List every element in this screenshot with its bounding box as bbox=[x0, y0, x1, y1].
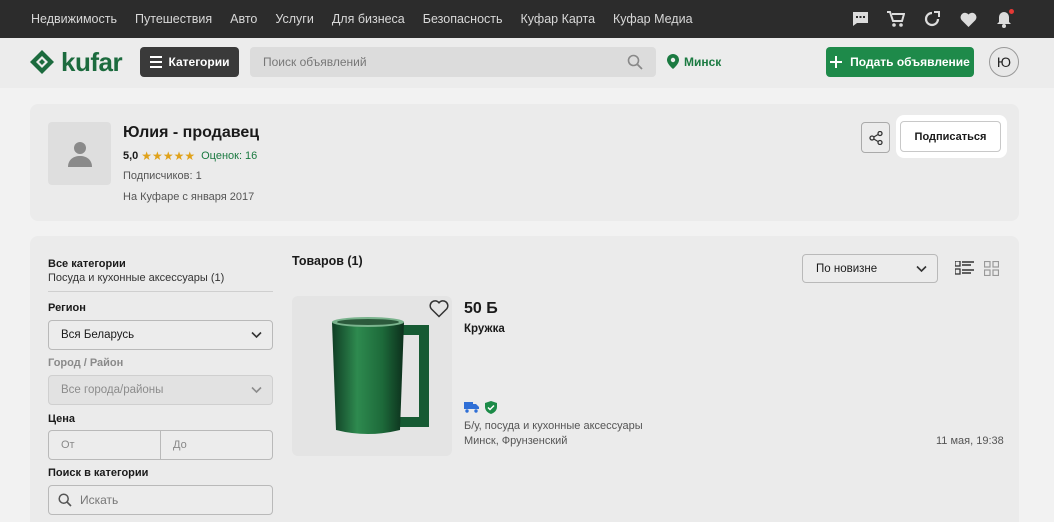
user-placeholder-icon bbox=[67, 141, 92, 167]
verified-shield-icon bbox=[485, 401, 497, 414]
category-search-placeholder: Искать bbox=[80, 493, 119, 507]
location-pin-icon bbox=[667, 54, 679, 69]
grid-view-icon[interactable] bbox=[984, 261, 999, 276]
rating-score: 5,0 bbox=[123, 150, 139, 162]
member-since: На Куфаре с января 2017 bbox=[123, 191, 255, 203]
product-date: 11 мая, 19:38 bbox=[936, 435, 1004, 447]
chevron-down-icon bbox=[251, 386, 262, 394]
product-badges bbox=[464, 401, 497, 414]
menu-icon bbox=[149, 56, 162, 68]
categories-label: Категории bbox=[168, 55, 230, 69]
notification-dot bbox=[1009, 9, 1014, 14]
post-ad-label: Подать объявление bbox=[850, 55, 970, 69]
post-ad-button[interactable]: Подать объявление bbox=[826, 47, 974, 77]
price-range: От До bbox=[48, 430, 273, 460]
header: kufar Категории Минск Подать объявление … bbox=[0, 38, 1054, 88]
favorite-heart-icon[interactable] bbox=[429, 300, 449, 318]
kufar-logo[interactable]: kufar bbox=[29, 46, 123, 77]
nav-link-safety[interactable]: Безопасность bbox=[423, 12, 503, 26]
chat-icon[interactable] bbox=[850, 9, 870, 29]
region-select[interactable]: Вся Беларусь bbox=[48, 320, 273, 350]
heart-icon[interactable] bbox=[958, 9, 978, 29]
share-button[interactable] bbox=[861, 122, 890, 153]
price-label: Цена bbox=[48, 413, 76, 425]
search-icon[interactable] bbox=[627, 54, 643, 70]
user-avatar[interactable]: Ю bbox=[989, 47, 1019, 77]
goods-count-title: Товаров (1) bbox=[292, 254, 363, 268]
share-icon bbox=[868, 130, 883, 145]
search-input[interactable] bbox=[250, 47, 656, 77]
nav-link-realty[interactable]: Недвижимость bbox=[31, 12, 117, 26]
subscribe-button[interactable]: Подписаться bbox=[900, 121, 1001, 152]
logo-icon bbox=[30, 50, 54, 74]
price-to-input[interactable]: До bbox=[160, 431, 272, 459]
search-icon bbox=[58, 493, 72, 507]
subscribers-count: Подписчиков: 1 bbox=[123, 170, 202, 182]
mug-image bbox=[332, 317, 429, 434]
topnav-icons bbox=[850, 0, 1014, 38]
rating-stars: ★★★★★ bbox=[141, 149, 196, 163]
seller-rating: 5,0 ★★★★★ Оценок: 16 bbox=[123, 149, 257, 163]
nav-link-map[interactable]: Куфар Карта bbox=[521, 12, 596, 26]
category-selected[interactable]: Посуда и кухонные аксессуары (1) bbox=[48, 272, 224, 284]
nav-link-business[interactable]: Для бизнеса bbox=[332, 12, 405, 26]
city-selector[interactable]: Минск bbox=[667, 54, 721, 69]
nav-link-auto[interactable]: Авто bbox=[230, 12, 257, 26]
filter-divider bbox=[48, 291, 273, 292]
product-title[interactable]: Кружка bbox=[464, 323, 505, 335]
cart-icon[interactable] bbox=[886, 9, 906, 29]
compare-icon[interactable] bbox=[922, 9, 942, 29]
delivery-truck-icon bbox=[464, 402, 479, 413]
listing-section: Все категории Посуда и кухонные аксессуа… bbox=[30, 236, 1019, 522]
category-search-input[interactable]: Искать bbox=[48, 485, 273, 515]
all-categories-link[interactable]: Все категории bbox=[48, 258, 126, 270]
reviews-link[interactable]: Оценок: 16 bbox=[201, 150, 257, 162]
chevron-down-icon bbox=[916, 265, 927, 273]
category-search-label: Поиск в категории bbox=[48, 467, 149, 479]
bell-icon[interactable] bbox=[994, 9, 1014, 29]
plus-icon bbox=[830, 56, 843, 68]
product-location: Минск, Фрунзенский bbox=[464, 435, 568, 447]
seller-avatar bbox=[48, 122, 111, 185]
chevron-down-icon bbox=[251, 331, 262, 339]
sort-value: По новизне bbox=[816, 262, 878, 275]
seller-name: Юлия - продавец bbox=[123, 124, 260, 141]
product-image[interactable] bbox=[292, 296, 452, 456]
subscribe-highlight: Подписаться bbox=[896, 115, 1007, 158]
nav-link-media[interactable]: Куфар Медиа bbox=[613, 12, 693, 26]
categories-button[interactable]: Категории bbox=[140, 47, 239, 77]
city-name: Минск bbox=[684, 54, 722, 69]
logo-text: kufar bbox=[61, 46, 123, 77]
list-view-icon[interactable] bbox=[955, 261, 974, 275]
city-select[interactable]: Все города/районы bbox=[48, 375, 273, 405]
city-label: Город / Район bbox=[48, 357, 124, 369]
region-value: Вся Беларусь bbox=[61, 329, 135, 341]
nav-link-travel[interactable]: Путешествия bbox=[135, 12, 212, 26]
region-label: Регион bbox=[48, 302, 86, 314]
top-navigation: Недвижимость Путешествия Авто Услуги Для… bbox=[0, 0, 1054, 38]
sort-select[interactable]: По новизне bbox=[802, 254, 938, 283]
product-condition: Б/у, посуда и кухонные аксессуары bbox=[464, 420, 643, 432]
product-price: 50 Б bbox=[464, 300, 498, 317]
price-from-input[interactable]: От bbox=[49, 431, 160, 459]
city-value: Все города/районы bbox=[61, 384, 164, 396]
seller-profile-card: Юлия - продавец 5,0 ★★★★★ Оценок: 16 Под… bbox=[30, 104, 1019, 221]
nav-link-services[interactable]: Услуги bbox=[275, 12, 313, 26]
